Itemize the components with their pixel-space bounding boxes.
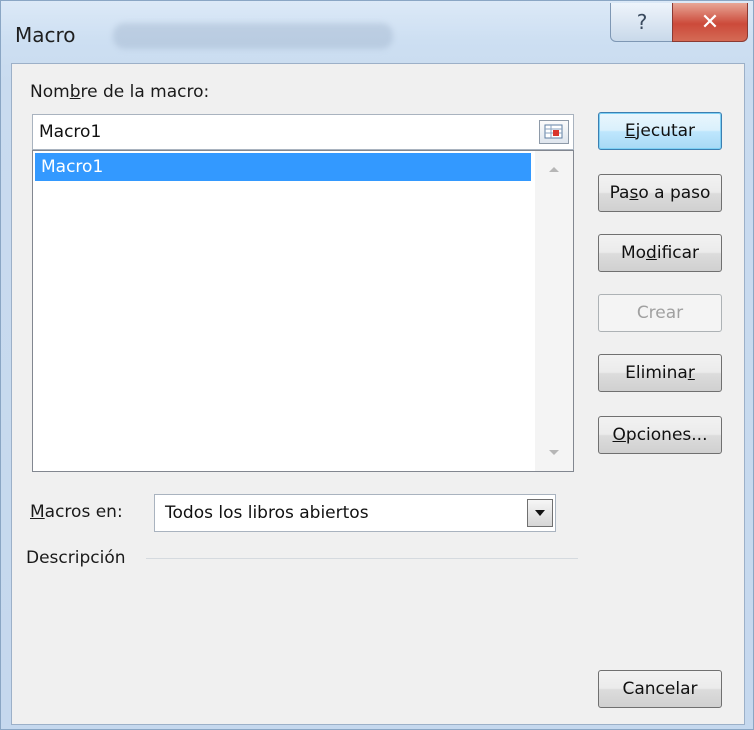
run-button-part: jecutar [635, 121, 696, 141]
dialog-title: Macro [15, 23, 76, 47]
create-button: Crear [598, 294, 722, 332]
edit-button-accesskey: d [646, 243, 657, 263]
description-label: Descripción [26, 548, 126, 568]
list-scrollbar[interactable] [535, 151, 573, 471]
run-button-accesskey: E [624, 121, 636, 141]
edit-button-part: ificar [656, 243, 700, 263]
macro-name-label-part: re de la macro: [80, 82, 210, 102]
macros-in-label-accesskey: M [30, 502, 45, 522]
options-button-accesskey: O [612, 425, 626, 445]
edit-button-part: Mo [620, 243, 647, 263]
dialog-body: Nombre de la macro: Macro1 Ejecutar [11, 63, 745, 725]
collapse-dialog-icon [544, 124, 563, 139]
help-icon: ? [636, 10, 648, 34]
macros-in-label: Macros en: [30, 502, 123, 522]
macro-list[interactable]: Macro1 [32, 150, 574, 472]
step-button-accesskey: s [629, 183, 639, 203]
help-button[interactable]: ? [610, 3, 674, 42]
close-icon: ✕ [700, 9, 720, 35]
macros-in-value: Todos los libros abiertos [165, 503, 369, 523]
macro-name-label: Nombre de la macro: [30, 82, 209, 102]
run-button[interactable]: Ejecutar [598, 112, 722, 150]
delete-button-accesskey: r [687, 363, 695, 383]
scroll-down-icon[interactable] [549, 450, 559, 455]
dropdown-button[interactable] [527, 499, 553, 527]
cancel-button-label: Cancelar [622, 679, 698, 699]
blurred-title-region [113, 23, 393, 49]
macro-dialog: Macro ? ✕ Nombre de la macro: Macro1 Mac… [0, 0, 754, 730]
cancel-button[interactable]: Cancelar [598, 670, 722, 708]
macros-in-label-part: acros en: [44, 502, 123, 522]
macro-name-field[interactable] [32, 114, 574, 150]
create-button-label: Crear [636, 303, 684, 323]
macro-name-input[interactable] [33, 115, 545, 149]
step-into-button[interactable]: Pa s o a paso [598, 174, 722, 212]
macros-in-dropdown[interactable]: Todos los libros abiertos [154, 494, 556, 532]
step-button-part: o a paso [638, 183, 711, 203]
description-divider [146, 558, 578, 559]
delete-button[interactable]: Elimina r [598, 354, 722, 392]
scroll-up-icon[interactable] [549, 167, 559, 172]
collapse-dialog-button[interactable] [539, 120, 569, 144]
edit-button[interactable]: Mo d ificar [598, 234, 722, 272]
delete-button-part: Elimina [625, 363, 688, 383]
list-item[interactable]: Macro1 [35, 153, 531, 181]
options-button-part: pciones... [625, 425, 708, 445]
chevron-down-icon [535, 510, 545, 516]
macro-name-label-part: Nom [30, 82, 70, 102]
step-button-part: Pa [609, 183, 630, 203]
options-button[interactable]: Opciones... [598, 416, 722, 454]
title-bar[interactable]: Macro ? ✕ [1, 1, 753, 63]
close-button[interactable]: ✕ [672, 3, 748, 42]
macro-name-label-accesskey: b [69, 82, 81, 102]
